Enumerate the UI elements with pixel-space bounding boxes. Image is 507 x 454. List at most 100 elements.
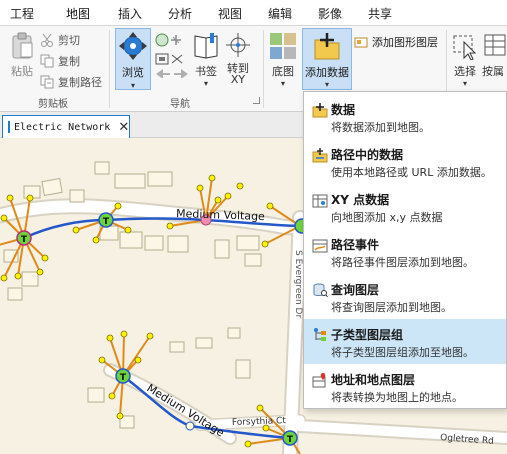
transformer-icon[interactable]: T [282,430,298,446]
copy-label: 复制 [58,55,80,68]
menu-item-data-from-path[interactable]: 路径中的数据 使用本地路径或 URL 添加数据。 [304,139,506,184]
menu-item-route-events[interactable]: 路径事件 将路径事件图层添加到地图。 [304,229,506,274]
book-icon [194,33,218,59]
fixed-zoom-out-icon[interactable] [155,53,169,65]
menu-item-data[interactable]: 数据 将数据添加到地图。 [304,94,506,139]
clipboard-icon [12,32,33,59]
select-label: 选择 [454,65,476,78]
explore-button-content[interactable]: 浏览 ▾ [116,31,150,90]
add-graphics-layer-button[interactable]: 添加图形图层 [354,34,438,50]
tab-edit[interactable]: 编辑 [268,5,292,22]
transformer-symbol-1: T [21,235,28,245]
bookmarks-button[interactable]: 书签 ▾ [192,32,220,88]
menu-item-description: 将数据添加到地图。 [331,121,430,134]
menu-item-description: 向地图添加 x,y 点数据 [331,211,443,224]
add-data-icon [312,103,328,118]
transformer-icon[interactable]: T [16,230,32,246]
bookmarks-label: 书签 [195,65,217,78]
go-to-xy-button[interactable]: 转到 XY [224,32,252,85]
navigate-group-label: 导航 [170,99,190,110]
basemap-dropdown-icon[interactable]: ▾ [281,79,285,88]
tab-share[interactable]: 共享 [368,5,392,22]
menu-item-description: 将路径事件图层添加到地图。 [331,256,474,269]
add-graphics-layer-label: 添加图形图层 [372,36,438,49]
menu-item-query-layer[interactable]: 查询图层 将查询图层添加到地图。 [304,274,506,319]
previous-extent-icon[interactable] [156,69,170,78]
data-from-path-icon [312,148,328,163]
menu-item-title: 查询图层 [331,283,380,297]
forsythia-street-label: Forsythia Ct [232,416,287,428]
add-data-menu: 数据 将数据添加到地图。 路径中的数据 使用本地路径或 URL 添加数据。 XY… [303,91,507,409]
select-dropdown-icon[interactable]: ▾ [463,79,467,88]
paste-button[interactable]: 粘贴 [8,32,36,79]
basemap-button[interactable]: 底图 ▾ [268,32,298,88]
transformer-symbol-4: T [287,435,294,445]
select-button[interactable]: 选择 ▾ [451,32,479,88]
route-events-icon [312,239,328,253]
go-to-xy-label: 转到 XY [227,62,249,86]
graphics-layer-icon [354,35,368,49]
tab-insert[interactable]: 插入 [118,5,142,22]
navigate-launcher-icon[interactable] [253,97,260,104]
select-by-attributes-label: 按属 [482,65,504,78]
basemap-label: 底图 [272,65,294,78]
transformer-symbol-2: T [103,217,110,227]
map-view-tab[interactable]: Electric Network ✕ [2,115,130,138]
go-to-xy-icon [226,33,250,57]
zoom-selected-icon[interactable] [171,54,183,64]
menu-item-xy-point-data[interactable]: XY 点数据 向地图添加 x,y 点数据 [304,184,506,229]
menu-item-title: 子类型图层组 [331,328,404,342]
scissors-icon [40,33,54,47]
subtype-group-layer-icon [314,328,326,341]
select-by-attributes-icon [484,34,506,56]
tab-map[interactable]: 地图 [63,5,93,28]
map-view-tab-title: Electric Network [14,121,111,133]
tab-view[interactable]: 视图 [218,5,242,22]
cut-label: 剪切 [58,34,80,47]
menu-item-description: 使用本地路径或 URL 添加数据。 [331,166,492,179]
menu-item-description: 将表转换为地图上的地点。 [331,391,463,404]
menu-item-description: 将子类型图层组添加至地图。 [331,346,474,359]
cut-button[interactable]: 剪切 [40,32,80,48]
xy-point-data-icon [312,194,328,208]
copy-path-icon [40,75,54,89]
tab-analysis[interactable]: 分析 [168,5,192,22]
copy-button[interactable]: 复制 [40,53,80,69]
basemap-icon [270,33,296,59]
select-by-attributes-button[interactable]: 按属 [482,32,507,79]
explore-dropdown-icon[interactable]: ▾ [131,81,135,90]
transformer-icon[interactable]: T [98,212,114,228]
transformer-icon[interactable]: T [115,368,131,384]
menu-item-title: XY 点数据 [331,193,390,207]
next-extent-icon[interactable] [174,69,188,78]
tab-imagery[interactable]: 影像 [318,5,342,22]
bookmarks-dropdown-icon[interactable]: ▾ [204,79,208,88]
ribbon-divider [263,30,264,108]
query-layer-icon [313,283,328,298]
menu-item-subtype-group-layer[interactable]: 子类型图层组 将子类型图层组添加至地图。 [304,319,506,364]
evergreen-street-label: S Evergreen Dr [293,250,303,318]
nav-tools-cluster [155,33,188,78]
menu-item-address-locations[interactable]: 地址和地点图层 将表转换为地图上的地点。 [304,364,506,409]
explore-label: 浏览 [122,66,144,79]
menu-item-title: 地址和地点图层 [331,373,416,387]
paste-label: 粘贴 [11,65,33,78]
close-icon[interactable]: ✕ [118,121,129,134]
menu-item-title: 路径事件 [331,238,380,252]
menu-item-title: 路径中的数据 [331,148,404,162]
copy-path-button[interactable]: 复制路径 [40,74,102,90]
ribbon-tab-bar: 工程 地图 插入 分析 视图 编辑 影像 共享 [0,0,507,28]
select-cursor-icon [453,35,477,60]
copy-icon [40,54,54,68]
add-data-label: 添加数据 [305,66,349,79]
address-locations-icon [312,373,326,388]
explore-icon [119,32,147,60]
medium-voltage-label-2: Medium Voltage [144,382,226,440]
add-data-dropdown-icon[interactable]: ▾ [325,80,329,89]
copy-path-label: 复制路径 [58,76,102,89]
full-extent-icon[interactable] [155,33,169,47]
add-data-button-content[interactable]: 添加数据 ▾ [303,31,351,89]
tab-project[interactable]: 工程 [10,5,34,22]
add-data-icon [314,33,340,60]
fixed-zoom-in-icon[interactable] [171,35,181,45]
